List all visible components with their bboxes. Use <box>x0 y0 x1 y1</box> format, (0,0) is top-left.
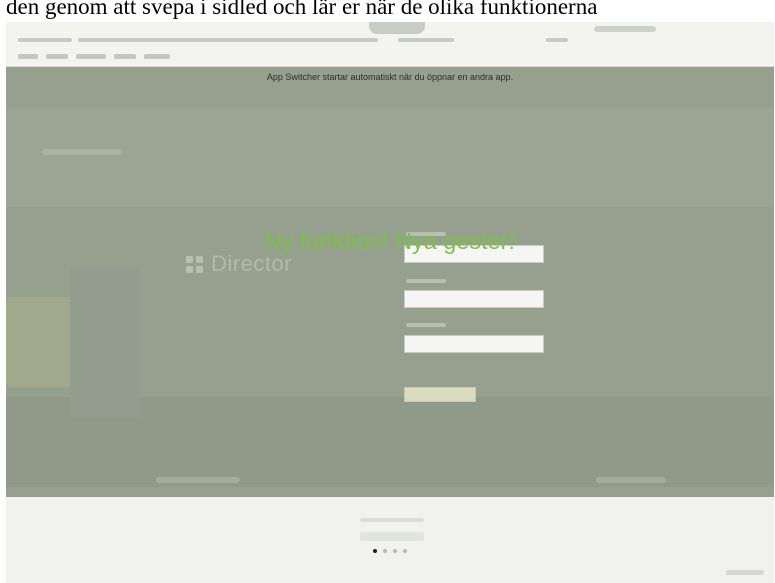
nav-buttons[interactable] <box>18 38 72 42</box>
page-dot-2[interactable] <box>383 549 387 553</box>
app-switcher-info: App Switcher startar automatiskt när du … <box>266 72 514 82</box>
header-band <box>6 107 774 207</box>
login-button[interactable] <box>404 387 476 402</box>
app-screenshot: Director App Switcher startar automatisk… <box>6 22 774 583</box>
address-bar[interactable] <box>78 38 378 42</box>
ghost-nav-link <box>42 149 122 155</box>
browser-menu-strip <box>18 54 170 62</box>
page-dot-4[interactable] <box>403 549 407 553</box>
dimmed-app-background: Director <box>6 67 774 497</box>
ghost-footer-link <box>156 477 240 483</box>
password-field[interactable] <box>404 335 544 353</box>
tutorial-headline: Ny funktion! Nya gester! <box>6 228 774 255</box>
toolbar-icons[interactable] <box>546 38 568 42</box>
page-dot-3[interactable] <box>393 549 397 553</box>
browser-toolbar <box>6 22 774 67</box>
headline-new-feature: Ny funktion! <box>264 228 389 254</box>
page-indicator <box>6 549 774 553</box>
server-field[interactable] <box>404 290 544 308</box>
side-panel-inner <box>70 267 140 417</box>
password-label <box>406 323 446 327</box>
browser-tab[interactable] <box>369 22 425 34</box>
footer-caption <box>360 532 424 541</box>
address-bar-extra <box>398 38 454 42</box>
side-panel <box>6 297 70 387</box>
logo-grid-icon <box>186 255 203 273</box>
headline-new-gestures: Nya gester! <box>395 228 516 254</box>
footer-caption-small <box>360 518 424 522</box>
tutorial-footer <box>6 497 774 583</box>
page-dot-1[interactable] <box>373 549 377 553</box>
ghost-footer-link-right <box>596 477 666 483</box>
user-account-chip[interactable] <box>594 26 656 32</box>
instruction-caption: den genom att svepa i sidled och lär er … <box>6 0 598 19</box>
server-label <box>406 279 446 283</box>
skip-link[interactable] <box>726 570 764 575</box>
